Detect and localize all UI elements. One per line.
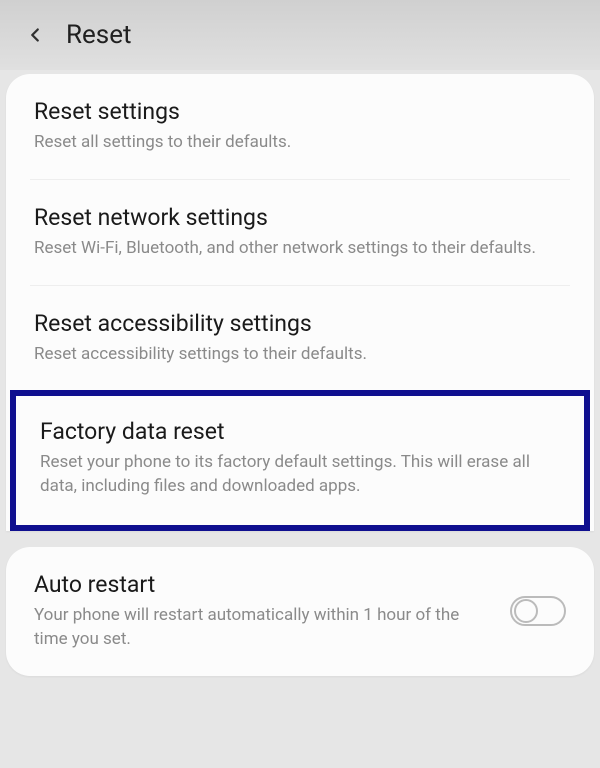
item-desc: Reset all settings to their defaults. bbox=[34, 131, 566, 155]
reset-options-card: Reset settings Reset all settings to the… bbox=[6, 74, 594, 531]
item-title: Reset network settings bbox=[34, 204, 566, 231]
auto-restart-item[interactable]: Auto restart Your phone will restart aut… bbox=[6, 547, 594, 676]
auto-restart-toggle[interactable] bbox=[510, 596, 566, 626]
item-title: Factory data reset bbox=[40, 418, 560, 445]
factory-data-reset-item[interactable]: Factory data reset Reset your phone to i… bbox=[10, 390, 590, 531]
item-desc: Your phone will restart automatically wi… bbox=[34, 604, 494, 652]
reset-settings-item[interactable]: Reset settings Reset all settings to the… bbox=[6, 74, 594, 179]
item-title: Reset settings bbox=[34, 98, 566, 125]
item-title: Reset accessibility settings bbox=[34, 310, 566, 337]
item-desc: Reset your phone to its factory default … bbox=[40, 451, 560, 499]
reset-network-settings-item[interactable]: Reset network settings Reset Wi-Fi, Blue… bbox=[6, 180, 594, 285]
item-desc: Reset accessibility settings to their de… bbox=[34, 343, 566, 367]
page-title: Reset bbox=[66, 20, 132, 50]
header: Reset bbox=[0, 0, 600, 70]
chevron-left-icon bbox=[24, 24, 46, 46]
item-desc: Reset Wi-Fi, Bluetooth, and other networ… bbox=[34, 237, 566, 261]
reset-accessibility-settings-item[interactable]: Reset accessibility settings Reset acces… bbox=[6, 286, 594, 391]
auto-restart-card: Auto restart Your phone will restart aut… bbox=[6, 547, 594, 676]
item-title: Auto restart bbox=[34, 571, 494, 598]
back-button[interactable] bbox=[24, 24, 46, 46]
